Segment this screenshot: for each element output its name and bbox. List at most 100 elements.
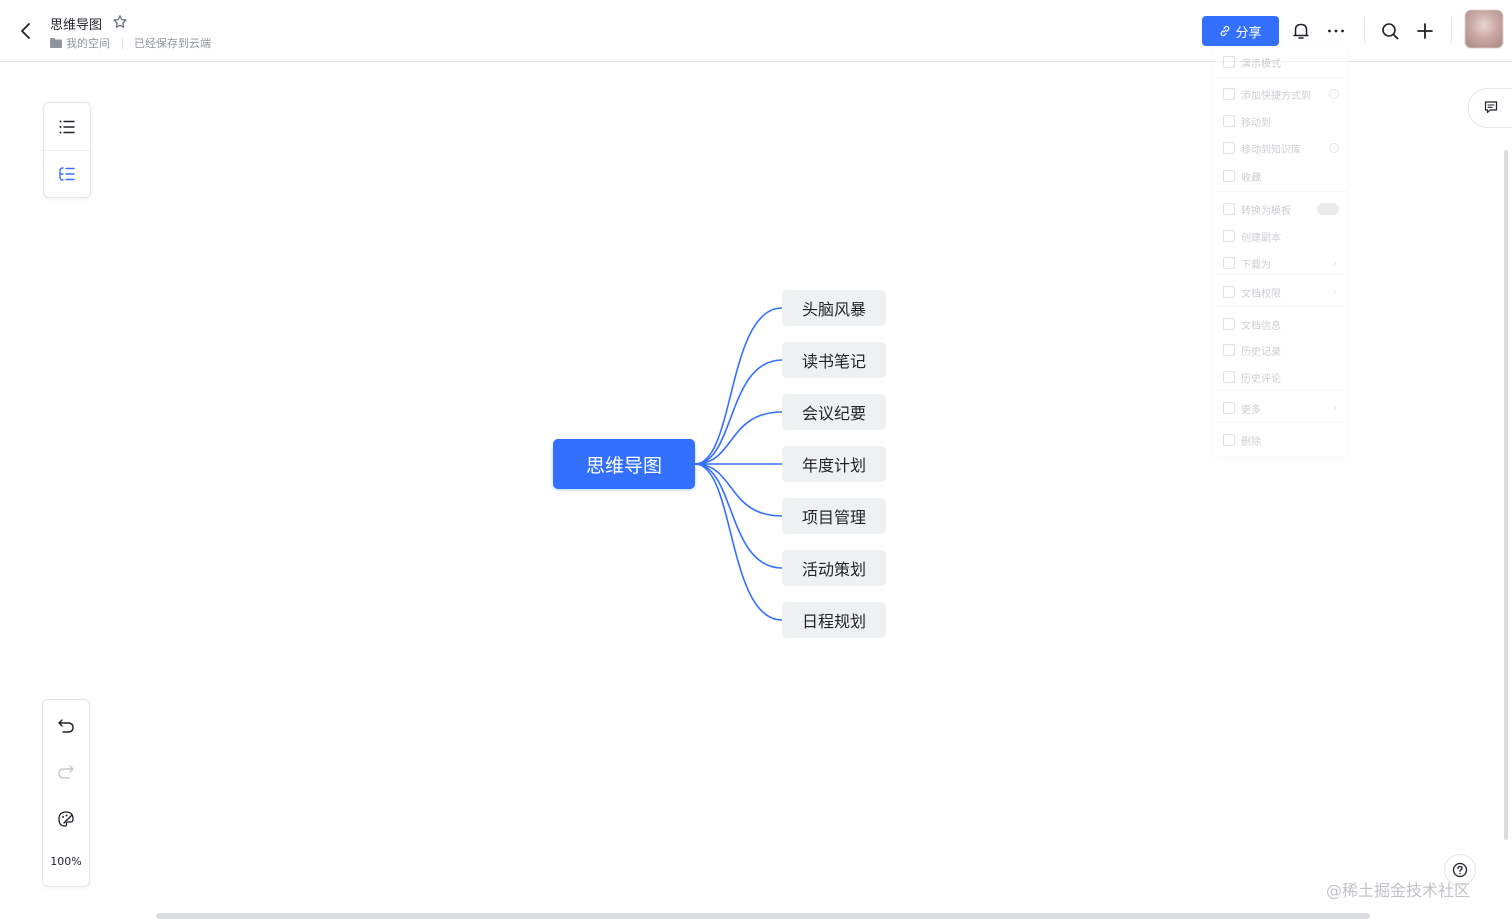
mindmap-child-node[interactable]: 头脑风暴 — [782, 290, 886, 326]
mindmap-child-node[interactable]: 日程规划 — [782, 602, 886, 638]
mindmap-root-node[interactable]: 思维导图 — [553, 439, 695, 489]
mindmap-link — [694, 359, 783, 465]
link-icon — [1220, 25, 1230, 37]
menu-item[interactable]: 历史记录 — [1214, 339, 1347, 361]
menu-item[interactable]: 移动到 — [1214, 110, 1347, 132]
more-menu: 演示模式添加快捷方式到 移动到移动到知识库 收藏转换为模板创建副本下载为 › 文档权限 ›… — [1214, 46, 1347, 456]
mindmap-link — [694, 463, 783, 621]
outline-icon — [59, 120, 75, 133]
menu-item-icon — [1223, 318, 1235, 330]
mindmap-child-node[interactable]: 项目管理 — [782, 498, 886, 534]
header-divider — [1451, 18, 1452, 44]
menu-item-icon — [1223, 56, 1235, 68]
style-icon — [58, 811, 74, 827]
menu-item[interactable]: 删除 — [1214, 429, 1347, 451]
menu-divider — [1214, 390, 1347, 391]
menu-item-icon — [1223, 344, 1235, 356]
mindmap-child-node[interactable]: 会议纪要 — [782, 394, 886, 430]
menu-item[interactable]: 转换为模板 — [1214, 198, 1347, 220]
breadcrumb-divider — [122, 37, 123, 49]
help-icon[interactable] — [1329, 143, 1339, 153]
vertical-scrollbar[interactable] — [1504, 150, 1508, 840]
menu-item-label: 文档权限 — [1241, 288, 1281, 300]
menu-item-label: 移动到 — [1241, 117, 1271, 129]
back-icon[interactable] — [14, 19, 38, 43]
menu-item[interactable]: 收藏 — [1214, 165, 1347, 187]
doc-title[interactable]: 思维导图 — [50, 14, 102, 33]
menu-item[interactable]: 更多 › — [1214, 397, 1347, 419]
share-button[interactable]: 分享 — [1202, 16, 1279, 46]
menu-item[interactable]: 下载为 › — [1214, 252, 1347, 274]
menu-item-icon — [1223, 203, 1235, 215]
menu-item-label: 更多 — [1241, 404, 1261, 416]
menu-divider — [1214, 274, 1347, 275]
share-label: 分享 — [1235, 25, 1262, 41]
chevron-right-icon: › — [1333, 402, 1337, 414]
chevron-right-icon: › — [1333, 257, 1337, 269]
mindmap-link — [694, 307, 783, 465]
outline-button[interactable] — [44, 103, 90, 150]
menu-item-icon — [1223, 286, 1235, 298]
menu-item-icon — [1223, 257, 1235, 269]
template-toggle[interactable] — [1317, 203, 1339, 215]
menu-divider — [1214, 306, 1347, 307]
menu-item-icon — [1223, 142, 1235, 154]
undo-icon — [58, 719, 74, 733]
structure-button[interactable] — [44, 151, 90, 197]
star-icon[interactable] — [112, 14, 128, 30]
horizontal-scrollbar[interactable] — [156, 913, 1370, 919]
mindmap-child-node[interactable]: 活动策划 — [782, 550, 886, 586]
menu-item[interactable]: 历史评论 — [1214, 366, 1347, 388]
header-divider — [1364, 18, 1365, 44]
menu-item-icon — [1223, 230, 1235, 242]
undo-button[interactable] — [43, 704, 89, 748]
menu-item-label: 演示模式 — [1241, 58, 1281, 70]
folder-icon — [50, 38, 62, 48]
menu-item[interactable]: 移动到知识库 — [1214, 137, 1347, 159]
help-icon — [1452, 862, 1468, 878]
structure-icon — [59, 167, 75, 181]
menu-item[interactable]: 演示模式 — [1214, 51, 1347, 73]
menu-item-icon — [1223, 371, 1235, 383]
chevron-right-icon: › — [1333, 286, 1337, 298]
menu-item-label: 文档信息 — [1241, 320, 1281, 332]
view-toolbar — [43, 102, 91, 198]
menu-item[interactable]: 文档权限 › — [1214, 281, 1347, 303]
more-icon[interactable] — [1324, 19, 1348, 43]
menu-item-icon — [1223, 115, 1235, 127]
comment-button[interactable] — [1468, 88, 1512, 128]
menu-item[interactable]: 创建副本 — [1214, 225, 1347, 247]
menu-item-label: 删除 — [1241, 436, 1261, 448]
mindmap-child-node[interactable]: 年度计划 — [782, 446, 886, 482]
watermark: @稀土掘金技术社区 — [1326, 881, 1471, 900]
search-icon[interactable] — [1378, 19, 1402, 43]
menu-divider — [1214, 77, 1347, 78]
redo-button[interactable] — [43, 750, 89, 794]
menu-item-label: 添加快捷方式到 — [1241, 90, 1311, 102]
menu-item-icon — [1223, 88, 1235, 100]
avatar[interactable] — [1465, 10, 1503, 48]
menu-item-label: 移动到知识库 — [1241, 144, 1301, 156]
mindmap-link — [694, 463, 783, 569]
style-button[interactable] — [43, 797, 89, 841]
menu-item-label: 下载为 — [1241, 259, 1271, 271]
mindmap-child-node[interactable]: 读书笔记 — [782, 342, 886, 378]
help-icon[interactable] — [1329, 89, 1339, 99]
menu-item[interactable]: 添加快捷方式到 — [1214, 83, 1347, 105]
menu-item-icon — [1223, 170, 1235, 182]
menu-divider — [1214, 191, 1347, 192]
redo-icon — [58, 765, 74, 779]
bell-icon[interactable] — [1289, 19, 1313, 43]
plus-icon[interactable] — [1413, 19, 1437, 43]
menu-item-icon — [1223, 434, 1235, 446]
zoom-level[interactable]: 100% — [43, 855, 89, 868]
menu-item-label: 创建副本 — [1241, 232, 1281, 244]
menu-item[interactable]: 文档信息 — [1214, 313, 1347, 335]
breadcrumb-space[interactable]: 我的空间 — [66, 35, 110, 51]
save-status: 已经保存到云端 — [134, 37, 211, 50]
menu-item-icon — [1223, 402, 1235, 414]
breadcrumb: 我的空间 已经保存到云端 — [50, 35, 211, 51]
menu-divider — [1214, 422, 1347, 423]
menu-item-label: 转换为模板 — [1241, 205, 1291, 217]
menu-item-label: 收藏 — [1241, 172, 1261, 184]
